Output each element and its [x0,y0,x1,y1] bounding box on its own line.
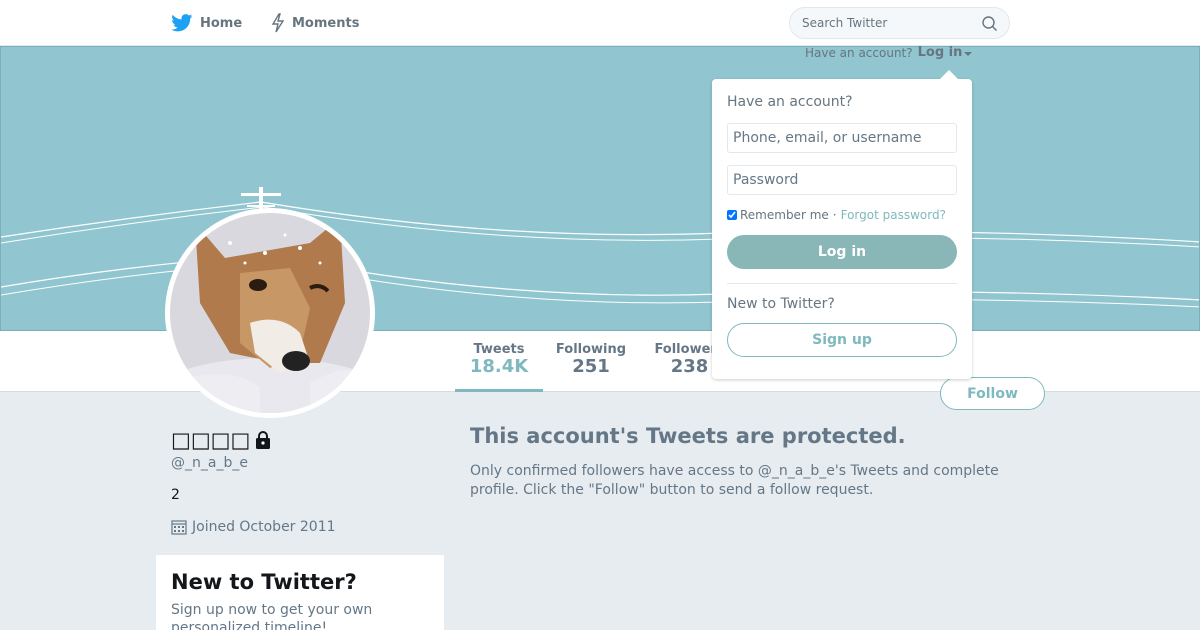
top-nav: Home Moments [0,0,1200,46]
avatar-dog-image [170,213,370,413]
signup-card-text: Sign up now to get your own personalized… [171,602,373,630]
signup-card-title: New to Twitter? [171,570,357,594]
profile-bio: 2 [171,487,180,503]
avatar-frame [165,208,375,418]
protected-title: This account's Tweets are protected. [470,424,906,448]
account-prompt: Have an account? Log in [805,45,973,60]
login-toggle[interactable]: Log in [918,45,973,60]
join-date-text: Joined October 2011 [192,519,336,535]
lock-icon [256,431,271,449]
calendar-icon [171,520,187,535]
new-to-twitter-label: New to Twitter? [727,296,835,312]
divider [727,283,957,284]
signup-card: New to Twitter? Sign up now to get your … [156,555,444,630]
login-dropdown: Have an account? Remember me · Forgot pa… [712,70,972,379]
username-field[interactable] [727,123,957,153]
lightning-icon [271,13,285,33]
stat-tweets-value: 18.4K [469,356,529,377]
separator-dot: · [832,208,837,222]
avatar[interactable] [170,213,370,413]
nav-moments-label: Moments [292,15,360,31]
stat-tweets-label: Tweets [473,342,525,357]
protected-message: Only confirmed followers have access to … [470,463,999,498]
stat-following-value: 251 [572,356,610,377]
password-field[interactable] [727,165,957,195]
nav-home[interactable]: Home [171,0,242,46]
stat-following-label: Following [555,342,627,357]
remember-me-checkbox[interactable] [727,210,737,220]
account-prompt-text: Have an account? [805,45,913,60]
remember-me-label[interactable]: Remember me [740,208,829,222]
follow-button[interactable]: Follow [940,377,1045,410]
nav-moments[interactable]: Moments [271,0,359,46]
search-icon[interactable] [981,15,998,32]
profile-name-text: □□□□ [171,428,251,452]
screen-name[interactable]: @_n_a_b_e [171,455,248,471]
login-toggle-label: Log in [917,45,963,60]
stat-following[interactable]: Following 251 [551,342,631,377]
remember-row: Remember me · Forgot password? [727,207,957,223]
twitter-bird-icon [171,14,193,32]
stat-tweets[interactable]: Tweets 18.4K [455,342,543,392]
search-input[interactable] [802,8,972,38]
signup-button[interactable]: Sign up [727,323,957,357]
login-dropdown-title: Have an account? [727,94,853,110]
search-box [789,7,1010,39]
caret-down-icon [964,52,973,56]
login-button[interactable]: Log in [727,235,957,269]
profile-name: □□□□ [171,428,272,452]
join-date: Joined October 2011 [171,519,336,535]
nav-home-label: Home [200,15,243,31]
forgot-password-link[interactable]: Forgot password? [841,208,946,222]
